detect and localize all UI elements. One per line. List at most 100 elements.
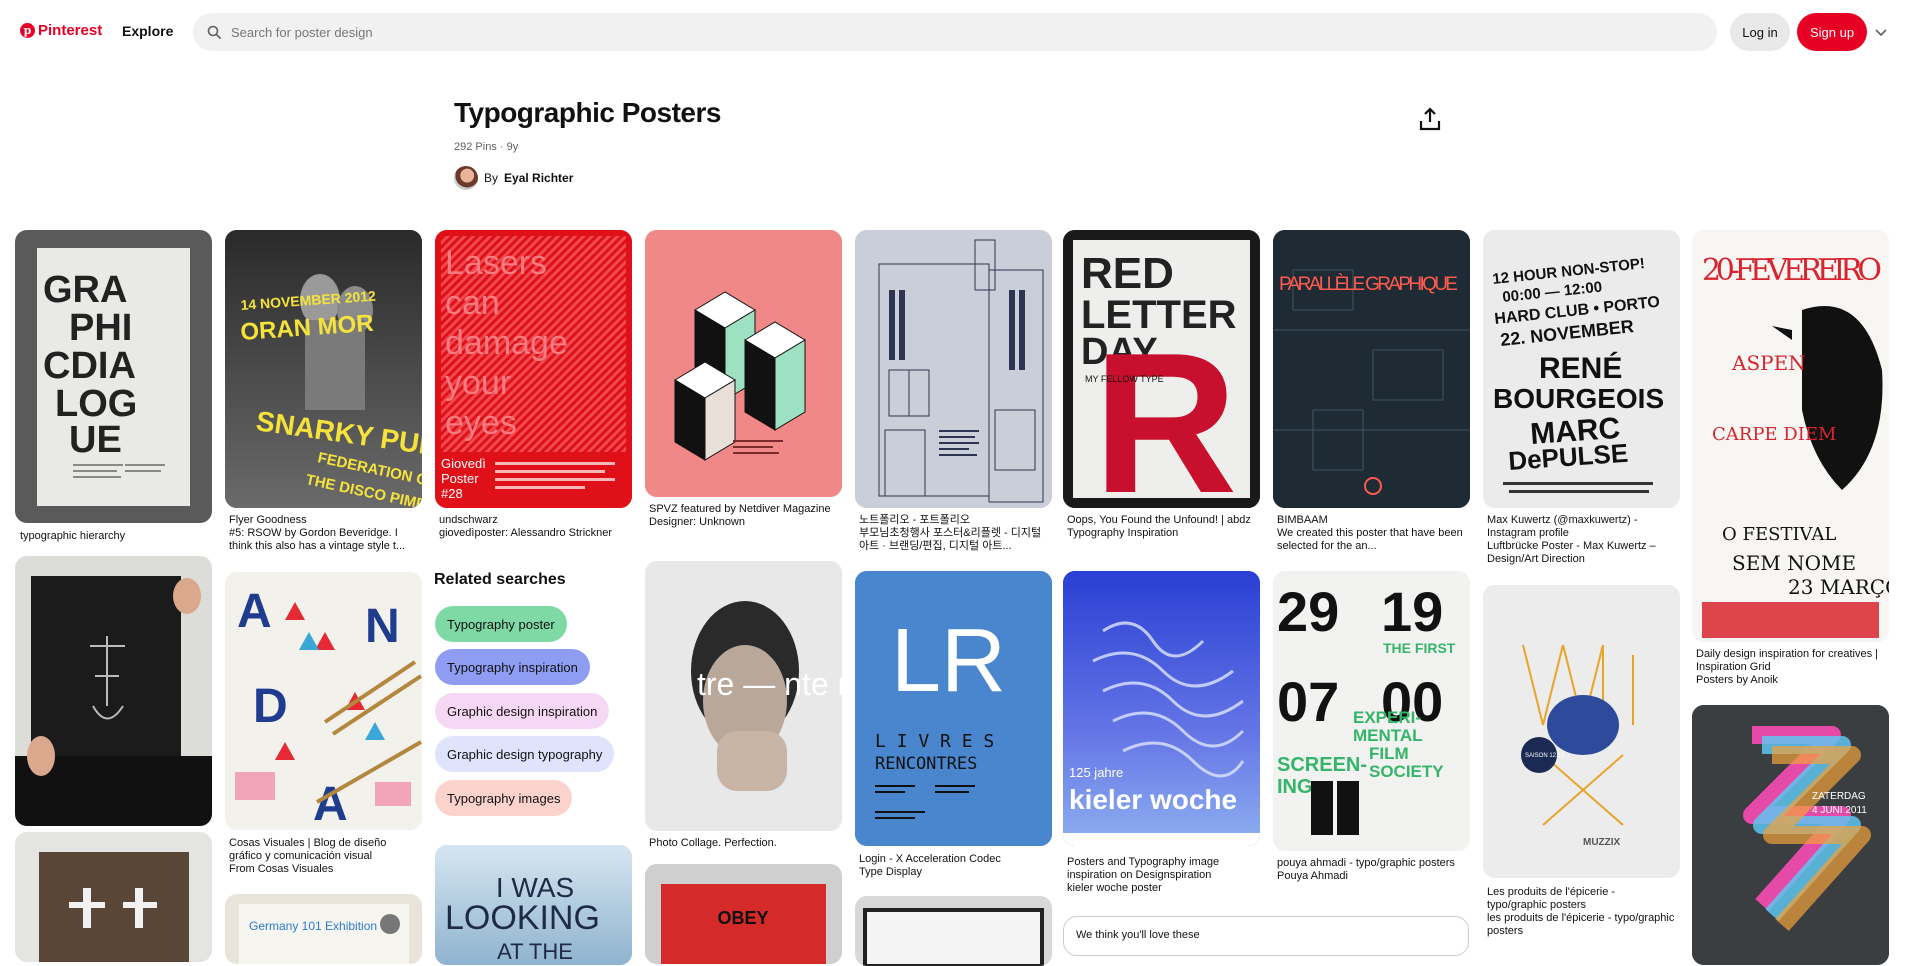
- explore-link[interactable]: Explore: [122, 23, 173, 39]
- pin-image-spvz[interactable]: [645, 230, 842, 497]
- related-chip-graphic-design-inspiration[interactable]: Graphic design inspiration: [435, 693, 610, 729]
- pin-subtitle: Type Display: [859, 866, 922, 878]
- pin-caption[interactable]: Login - X Acceleration Codec Type Displa…: [859, 853, 1049, 879]
- poster-text: Lasers: [445, 244, 547, 282]
- poster-text: SOCIETY: [1369, 762, 1444, 781]
- pin-image-parallele-graphique[interactable]: PARALLÈLE GRAPHIQUE: [1273, 230, 1470, 508]
- poster-text: 125 jahre: [1069, 765, 1123, 780]
- pin-image-kieler-woche[interactable]: 125 jahre kieler woche: [1063, 571, 1260, 846]
- poster-text: PHI: [69, 307, 132, 349]
- pin-subtitle: Pouya Ahmadi: [1277, 870, 1348, 882]
- pin-title: BIMBAAM: [1277, 514, 1328, 526]
- pin-image-typographic-hierarchy[interactable]: GRA PHI CDIA LOG UE: [15, 230, 212, 523]
- pin-image-obey[interactable]: OBEY: [645, 864, 842, 964]
- pin-image-zaterdag[interactable]: ZATERDAG 4 JUNI 2011: [1692, 705, 1889, 965]
- pin-image-korean-poster[interactable]: [855, 230, 1052, 508]
- related-searches-title: Related searches: [434, 571, 566, 588]
- pin-subtitle: Typography Inspiration: [1067, 527, 1179, 539]
- poster-text: MUZZIX: [1583, 837, 1621, 848]
- pin-image-cosas-visuales[interactable]: A N D A: [225, 572, 422, 830]
- pin-caption[interactable]: Photo Collage. Perfection.: [649, 837, 839, 850]
- poster-text: 19: [1381, 580, 1443, 643]
- pin-title: Max Kuwertz (@maxkuwertz) - Instagram pr…: [1487, 514, 1638, 539]
- poster-text: ZATERDAG: [1812, 791, 1866, 802]
- poster-text: tre — nte møller: [697, 666, 842, 702]
- pin-image-luftbrucke[interactable]: 12 HOUR NON-STOP! 00:00 — 12:00 HARD CLU…: [1483, 230, 1680, 508]
- pin-caption[interactable]: Oops, You Found the Unfound! | abdz Typo…: [1067, 514, 1257, 540]
- pin-image-red-letter-day[interactable]: RED LETTER DAY R MY FELLOW TYPE: [1063, 230, 1260, 508]
- top-navigation-bar: p Pinterest Explore Log in Sign up: [0, 0, 1906, 64]
- pin-image-germany-101[interactable]: Germany 101 Exhibition: [225, 894, 422, 964]
- logo-text: Pinterest: [38, 22, 103, 39]
- related-chip-typography-images[interactable]: Typography images: [435, 780, 573, 816]
- login-button[interactable]: Log in: [1730, 13, 1790, 51]
- pin-caption[interactable]: Max Kuwertz (@maxkuwertz) - Instagram pr…: [1487, 514, 1677, 566]
- board-owner[interactable]: By Eyal Richter: [454, 166, 573, 190]
- pin-image-framed-poster[interactable]: [855, 896, 1052, 966]
- pin-title: Posters and Typography image inspiration…: [1067, 856, 1220, 881]
- pin-subtitle: From Cosas Visuales: [229, 863, 334, 875]
- search-input[interactable]: [231, 24, 1631, 40]
- pin-caption[interactable]: Posters and Typography image inspiration…: [1067, 856, 1257, 895]
- pin-caption[interactable]: pouya ahmadi - typo/graphic posters Pouy…: [1277, 857, 1467, 883]
- pin-subtitle: kieler woche poster: [1067, 882, 1162, 894]
- pin-title: Flyer Goodness: [229, 514, 307, 526]
- poster-text: eyes: [445, 404, 517, 442]
- poster-text: kieler woche: [1069, 784, 1237, 815]
- signup-button[interactable]: Sign up: [1797, 13, 1867, 51]
- board-title: Typographic Posters: [454, 97, 721, 128]
- poster-text: RED: [1081, 249, 1174, 298]
- pin-caption[interactable]: undschwarz giovedìposter: Alessandro Str…: [439, 514, 629, 540]
- pin-subtitle: Luftbrücke Poster - Max Kuwertz – Design…: [1487, 540, 1656, 565]
- we-think-you-love-these[interactable]: We think you'll love these: [1063, 916, 1469, 956]
- owner-name[interactable]: Eyal Richter: [504, 171, 573, 185]
- pin-caption[interactable]: BIMBAAM We created this poster that have…: [1277, 514, 1467, 553]
- pin-subtitle: Designer: Unknown: [649, 516, 745, 528]
- related-chip-typography-poster[interactable]: Typography poster: [435, 606, 567, 642]
- poster-letter: A: [237, 585, 272, 638]
- pin-caption[interactable]: 노트폴리오 - 포트폴리오 부모님초청행사 포스터&리플렛 - 디지털 아트 ·…: [859, 514, 1049, 553]
- pin-image-trentemoller[interactable]: tre — nte møller: [645, 561, 842, 831]
- pin-image-lasers-poster[interactable]: Lasers can damage your eyes Giovedì Post…: [435, 230, 632, 508]
- pin-image-festival-sem-nome[interactable]: 20-FEVEREIRO ASPEN CARPE DIEM O FESTIVAL…: [1692, 230, 1889, 642]
- poster-text: PARALLÈLE GRAPHIQUE: [1279, 274, 1464, 295]
- poster-text: UE: [69, 419, 122, 461]
- poster-text: LOOKING: [445, 899, 600, 937]
- avatar[interactable]: [454, 166, 478, 190]
- pin-caption[interactable]: Cosas Visuales | Blog de diseño gráfico …: [229, 837, 419, 876]
- poster-text: Germany 101 Exhibition: [249, 919, 377, 933]
- poster-text: CARPE DIEM: [1712, 424, 1836, 445]
- pin-caption[interactable]: SPVZ featured by Netdiver Magazine Desig…: [649, 503, 839, 529]
- pin-title: SPVZ featured by Netdiver Magazine: [649, 503, 831, 515]
- pin-image-experimental-film[interactable]: 29 19 07 00 THE FIRST EXPERI- MENTAL FIL…: [1273, 571, 1470, 851]
- pin-subtitle: #5: RSOW by Gordon Beveridge. I think th…: [229, 527, 406, 552]
- related-chip-graphic-design-typography[interactable]: Graphic design typography: [435, 736, 615, 772]
- pin-caption[interactable]: Daily design inspiration for creatives |…: [1696, 648, 1886, 687]
- search-bar[interactable]: [193, 13, 1717, 51]
- poster-text: 4 JUNI 2011: [1812, 805, 1867, 816]
- pin-image-i-was-looking[interactable]: I WAS LOOKING AT THE: [435, 845, 632, 965]
- poster-text: 29: [1277, 580, 1339, 643]
- poster-letter: D: [253, 680, 288, 733]
- poster-text: THE FIRST: [1383, 640, 1456, 656]
- pin-caption[interactable]: Flyer Goodness #5: RSOW by Gordon Beveri…: [229, 514, 419, 553]
- pin-image-poster-held[interactable]: [15, 556, 212, 826]
- pin-image-snarky-puppy[interactable]: 14 NOVEMBER 2012 ORAN MOR SNARKY PUPPY F…: [225, 230, 422, 508]
- pinterest-logo[interactable]: p Pinterest: [20, 22, 102, 39]
- pin-title: Login - X Acceleration Codec: [859, 853, 1001, 865]
- poster-text: L I V R E S: [875, 731, 994, 752]
- pin-image-muzzix[interactable]: SAISON 12.13 MUZZIX: [1483, 585, 1680, 878]
- pin-title: undschwarz: [439, 514, 498, 526]
- chevron-down-icon[interactable]: [1873, 24, 1889, 40]
- pin-caption[interactable]: Les produits de l'épicerie - typo/graphi…: [1487, 886, 1677, 938]
- poster-text: ASPEN: [1731, 351, 1806, 375]
- share-icon[interactable]: [1417, 106, 1443, 132]
- pin-image-brown-poster[interactable]: [15, 832, 212, 962]
- related-chip-typography-inspiration[interactable]: Typography inspiration: [435, 649, 590, 685]
- pin-image-livres-rencontres[interactable]: LR L I V R E S RENCONTRES: [855, 571, 1052, 846]
- pin-caption[interactable]: typographic hierarchy: [20, 530, 210, 543]
- pin-subtitle: les produits de l'épicerie - typo/graphi…: [1487, 912, 1675, 937]
- poster-text: SAISON 12.13: [1525, 753, 1565, 759]
- poster-text: BOURGEOIS: [1493, 383, 1664, 414]
- pin-subtitle: giovedìposter: Alessandro Strickner: [439, 527, 613, 539]
